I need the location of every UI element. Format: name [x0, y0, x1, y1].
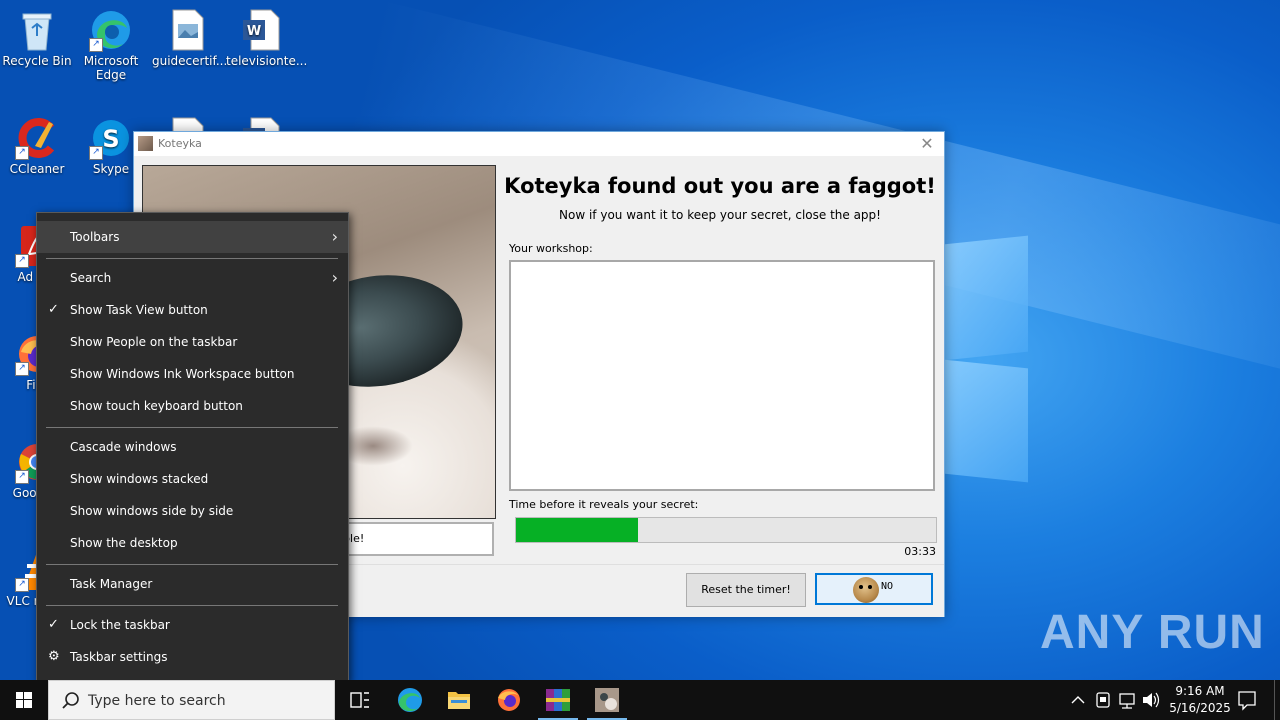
progress-fill [516, 518, 638, 542]
firefox-icon [498, 689, 520, 711]
chevron-right-icon: › [331, 268, 338, 287]
tray-network-button[interactable] [1116, 680, 1138, 720]
menu-item-show-windows-side-by-side[interactable]: Show windows side by side [37, 495, 348, 527]
winrar-icon [546, 689, 570, 711]
desktop-icon-televisionte[interactable]: W televisionte... [224, 0, 307, 68]
workshop-label: Your workshop: [509, 242, 593, 255]
taskbar-file-explorer-button[interactable] [435, 680, 483, 720]
menu-item-task-manager[interactable]: Task Manager [37, 568, 348, 600]
window-titlebar[interactable]: Koteyka ✕ [134, 132, 944, 156]
taskbar-firefox-button[interactable] [485, 680, 533, 720]
taskbar-search-box[interactable]: Type here to search [48, 680, 335, 720]
windows-logo-wallpaper [940, 235, 1030, 483]
word-file-icon: W [239, 8, 283, 52]
anyrun-watermark: ANY RUN [1040, 606, 1265, 659]
taskbar-context-menu: Toolbars › Search › ✓ Show Task View but… [36, 212, 349, 683]
menu-separator [46, 605, 338, 606]
show-hidden-icons-button[interactable] [1068, 680, 1088, 720]
search-placeholder: Type here to search [88, 693, 226, 709]
taskbar-edge-button[interactable] [386, 680, 434, 720]
menu-item-show-windows-stacked[interactable]: Show windows stacked [37, 463, 348, 495]
desktop-icon-microsoft-edge[interactable]: ↗ Microsoft Edge [74, 0, 148, 82]
headline: Koteyka found out you are a faggot! [504, 174, 936, 198]
edge-icon [398, 688, 422, 712]
ccleaner-icon: ↗ [15, 116, 59, 160]
image-file-icon [165, 8, 209, 52]
desktop-icon-guidecertif[interactable]: guidecertif... [150, 0, 227, 68]
tray-volume-button[interactable] [1140, 680, 1162, 720]
start-button[interactable] [0, 680, 48, 720]
chevron-up-icon [1071, 696, 1085, 704]
subheadline: Now if you want it to keep your secret, … [559, 208, 881, 222]
edge-icon: ↗ [89, 8, 133, 52]
menu-separator [46, 258, 338, 259]
menu-item-search[interactable]: Search › [37, 262, 348, 294]
taskbar-winrar-button[interactable] [534, 680, 582, 720]
recycle-bin-icon [15, 8, 59, 52]
action-center-button[interactable] [1232, 680, 1262, 720]
countdown-progress-bar [515, 517, 937, 543]
menu-separator [46, 427, 338, 428]
workshop-textarea[interactable] [509, 260, 935, 491]
menu-item-toolbars[interactable]: Toolbars › [37, 221, 348, 253]
taskbar-clock[interactable]: 9:16 AM 5/16/2025 [1164, 683, 1236, 717]
no-button[interactable]: NO [815, 573, 933, 605]
task-view-icon [350, 692, 369, 708]
timer-value: 03:33 [904, 545, 936, 558]
reset-timer-button[interactable]: Reset the timer! [686, 573, 806, 607]
checkmark-icon: ✓ [48, 617, 59, 632]
chevron-right-icon: › [331, 227, 338, 246]
taskbar-koteyka-button[interactable] [583, 680, 631, 720]
menu-item-lock-taskbar[interactable]: ✓ Lock the taskbar [37, 609, 348, 641]
svg-text:W: W [247, 24, 261, 39]
svg-text:S: S [102, 125, 119, 153]
clock-time: 9:16 AM [1175, 684, 1225, 698]
koteyka-app-icon [138, 136, 153, 151]
clock-date: 5/16/2025 [1169, 701, 1231, 715]
menu-item-show-desktop[interactable]: Show the desktop [37, 527, 348, 559]
tray-device-button[interactable] [1092, 680, 1114, 720]
folder-icon [448, 692, 470, 709]
baldi-face-icon [853, 577, 879, 603]
cat-icon [595, 688, 619, 712]
network-icon [1119, 693, 1135, 709]
windows-start-icon [16, 692, 32, 708]
task-view-button[interactable] [336, 680, 384, 720]
menu-item-show-task-view[interactable]: ✓ Show Task View button [37, 294, 348, 326]
desktop-icon-recycle-bin[interactable]: Recycle Bin [0, 0, 74, 68]
menu-item-cascade-windows[interactable]: Cascade windows [37, 431, 348, 463]
search-icon [62, 692, 79, 709]
timer-label: Time before it reveals your secret: [509, 498, 699, 511]
menu-separator [46, 564, 338, 565]
menu-item-taskbar-settings[interactable]: ⚙ Taskbar settings [37, 641, 348, 673]
show-desktop-button[interactable] [1274, 680, 1280, 720]
device-icon [1096, 692, 1110, 708]
notification-icon [1238, 691, 1256, 711]
skype-icon: S ↗ [89, 116, 133, 160]
checkmark-icon: ✓ [48, 302, 59, 317]
taskbar: Type here to search 9:16 AM 5/16/2025 [0, 680, 1280, 720]
volume-icon [1143, 692, 1160, 708]
no-button-label: NO [881, 581, 894, 592]
menu-item-show-ink-workspace[interactable]: Show Windows Ink Workspace button [37, 358, 348, 390]
menu-item-show-touch-keyboard[interactable]: Show touch keyboard button [37, 390, 348, 422]
close-icon[interactable]: ✕ [916, 134, 938, 154]
gear-icon: ⚙ [48, 649, 60, 664]
desktop-icon-ccleaner[interactable]: ↗ CCleaner [0, 108, 74, 176]
window-title: Koteyka [158, 137, 202, 150]
menu-item-show-people[interactable]: Show People on the taskbar [37, 326, 348, 358]
